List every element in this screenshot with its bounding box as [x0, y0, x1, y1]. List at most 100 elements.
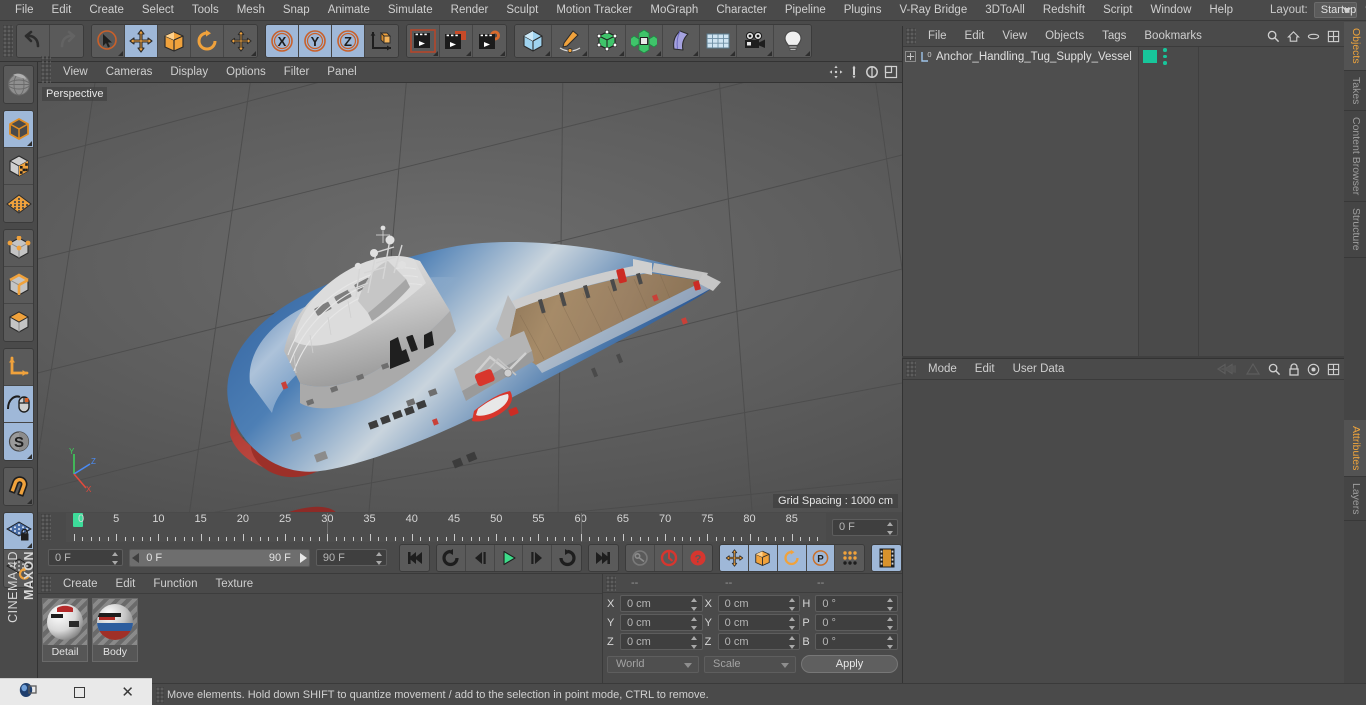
- add-camera-button[interactable]: [737, 25, 774, 57]
- scale-tool[interactable]: [158, 25, 191, 57]
- soft-selection-button[interactable]: S: [4, 423, 33, 460]
- object-manager-empty-area[interactable]: [1199, 47, 1344, 356]
- texture-mode-button[interactable]: [4, 148, 33, 185]
- viewport-menu-filter[interactable]: Filter: [275, 62, 319, 83]
- new-panel-icon[interactable]: [1327, 30, 1340, 46]
- ellipse-icon[interactable]: [1307, 30, 1320, 46]
- add-spline-button[interactable]: [552, 25, 589, 57]
- viewport-menu-view[interactable]: View: [54, 62, 97, 83]
- redo-button[interactable]: [50, 25, 83, 57]
- menu-item-edit[interactable]: Edit: [43, 0, 81, 21]
- attribute-menu-mode[interactable]: Mode: [919, 359, 966, 380]
- menu-item-pipeline[interactable]: Pipeline: [776, 0, 835, 21]
- viewport-canvas[interactable]: Perspective Grid Spacing : 1000 cm Y Z X: [38, 83, 902, 512]
- pos-x-field[interactable]: 0 cm: [620, 595, 703, 612]
- live-selection-tool[interactable]: [92, 25, 125, 57]
- dock-tab-attributes[interactable]: Attributes: [1344, 419, 1366, 477]
- timeline-grip[interactable]: [41, 514, 51, 540]
- lock-z-axis-button[interactable]: Z: [332, 25, 365, 57]
- menu-item-mesh[interactable]: Mesh: [228, 0, 274, 21]
- undo-button[interactable]: [17, 25, 50, 57]
- expand-icon[interactable]: [905, 51, 916, 62]
- menu-item-v-ray-bridge[interactable]: V-Ray Bridge: [890, 0, 976, 21]
- layout-dropdown[interactable]: Startup: [1313, 2, 1358, 18]
- polygons-mode-button[interactable]: [4, 304, 33, 341]
- points-mode-button[interactable]: [4, 230, 33, 267]
- object-menu-view[interactable]: View: [993, 26, 1036, 47]
- model-mode-button[interactable]: [4, 111, 33, 148]
- play-forward-button[interactable]: [494, 544, 524, 571]
- viewport-menu-panel[interactable]: Panel: [318, 62, 365, 83]
- add-scene-object-button[interactable]: [700, 25, 737, 57]
- menu-item-window[interactable]: Window: [1141, 0, 1200, 21]
- add-cube-button[interactable]: [515, 25, 552, 57]
- timeline-mode-button[interactable]: [872, 544, 901, 571]
- play-backwards-button[interactable]: [437, 544, 466, 571]
- preview-range-slider[interactable]: 0 F 90 F: [129, 548, 310, 567]
- material-menu-function[interactable]: Function: [144, 574, 206, 594]
- status-grip[interactable]: [156, 686, 164, 703]
- go-to-start-button[interactable]: [400, 544, 430, 571]
- spinner-icon[interactable]: [691, 598, 698, 611]
- spinner-icon[interactable]: [788, 636, 795, 649]
- next-frame-button[interactable]: [523, 544, 553, 571]
- spinner-icon[interactable]: [691, 617, 698, 630]
- play-loop-button[interactable]: [552, 544, 582, 571]
- material-grip[interactable]: [41, 575, 51, 592]
- coordinates-grip[interactable]: [606, 575, 616, 591]
- size-z-field[interactable]: 0 cm: [717, 633, 801, 650]
- add-generator-button[interactable]: [589, 25, 626, 57]
- workplane-mode-button[interactable]: [4, 185, 33, 222]
- current-frame-field[interactable]: 0 F: [48, 549, 124, 566]
- render-to-picture-viewer-button[interactable]: [440, 25, 473, 57]
- timeline-ruler[interactable]: 051015202530354045505560657075808590: [66, 513, 826, 542]
- dock-tab-content-browser[interactable]: Content Browser: [1344, 111, 1366, 203]
- spinner-icon[interactable]: [788, 617, 795, 630]
- app-icon[interactable]: [18, 682, 38, 703]
- autokeying-button[interactable]: [654, 544, 684, 571]
- spinner-icon[interactable]: [691, 636, 698, 649]
- dynamic-place-tool[interactable]: [224, 25, 257, 57]
- spinner-icon[interactable]: [886, 521, 893, 535]
- size-x-field[interactable]: 0 cm: [717, 595, 801, 612]
- spinner-icon[interactable]: [886, 636, 893, 649]
- viewport-menu-cameras[interactable]: Cameras: [97, 62, 162, 83]
- menu-item-file[interactable]: File: [6, 0, 43, 21]
- apply-button[interactable]: Apply: [801, 655, 898, 673]
- attribute-menu-user-data[interactable]: User Data: [1004, 359, 1074, 380]
- home-icon[interactable]: [1287, 30, 1300, 46]
- lock-icon[interactable]: [1288, 362, 1300, 379]
- menu-item-motion-tracker[interactable]: Motion Tracker: [547, 0, 641, 21]
- material-tag-icon[interactable]: [1143, 50, 1157, 63]
- param-key-button[interactable]: P: [806, 544, 836, 571]
- render-settings-button[interactable]: [473, 25, 506, 57]
- material-menu-texture[interactable]: Texture: [206, 574, 262, 594]
- menu-item-create[interactable]: Create: [80, 0, 133, 21]
- position-key-button[interactable]: [720, 544, 750, 571]
- new-panel-icon[interactable]: [1327, 363, 1340, 379]
- menu-item-redshift[interactable]: Redshift: [1034, 0, 1094, 21]
- render-view-button[interactable]: [407, 25, 440, 57]
- menu-item-snap[interactable]: Snap: [274, 0, 319, 21]
- add-deformer-button[interactable]: [663, 25, 700, 57]
- lock-workplane-button[interactable]: [4, 513, 33, 550]
- make-editable-button[interactable]: [4, 66, 33, 103]
- menu-item-simulate[interactable]: Simulate: [379, 0, 442, 21]
- spinner-icon[interactable]: [788, 598, 795, 611]
- menu-item-3dtoall[interactable]: 3DToAll: [976, 0, 1034, 21]
- history-forward-icon[interactable]: [1245, 362, 1261, 379]
- spinner-icon[interactable]: [886, 598, 893, 611]
- phong-tag-icon[interactable]: [1163, 48, 1167, 65]
- dock-tab-structure[interactable]: Structure: [1344, 202, 1366, 258]
- menu-item-tools[interactable]: Tools: [183, 0, 228, 21]
- dock-tab-layers[interactable]: Layers: [1344, 476, 1366, 522]
- attribute-manager-grip[interactable]: [906, 361, 916, 377]
- coord-system-dropdown[interactable]: World: [607, 655, 699, 673]
- rot-h-field[interactable]: 0 °: [815, 595, 899, 612]
- rot-b-field[interactable]: 0 °: [815, 633, 899, 650]
- object-row-vessel[interactable]: 0 Anchor_Handling_Tug_Supply_Vessel: [903, 47, 1138, 66]
- viewport-menu-options[interactable]: Options: [217, 62, 275, 83]
- menu-item-select[interactable]: Select: [133, 0, 183, 21]
- attribute-menu-edit[interactable]: Edit: [966, 359, 1004, 380]
- menu-item-character[interactable]: Character: [707, 0, 776, 21]
